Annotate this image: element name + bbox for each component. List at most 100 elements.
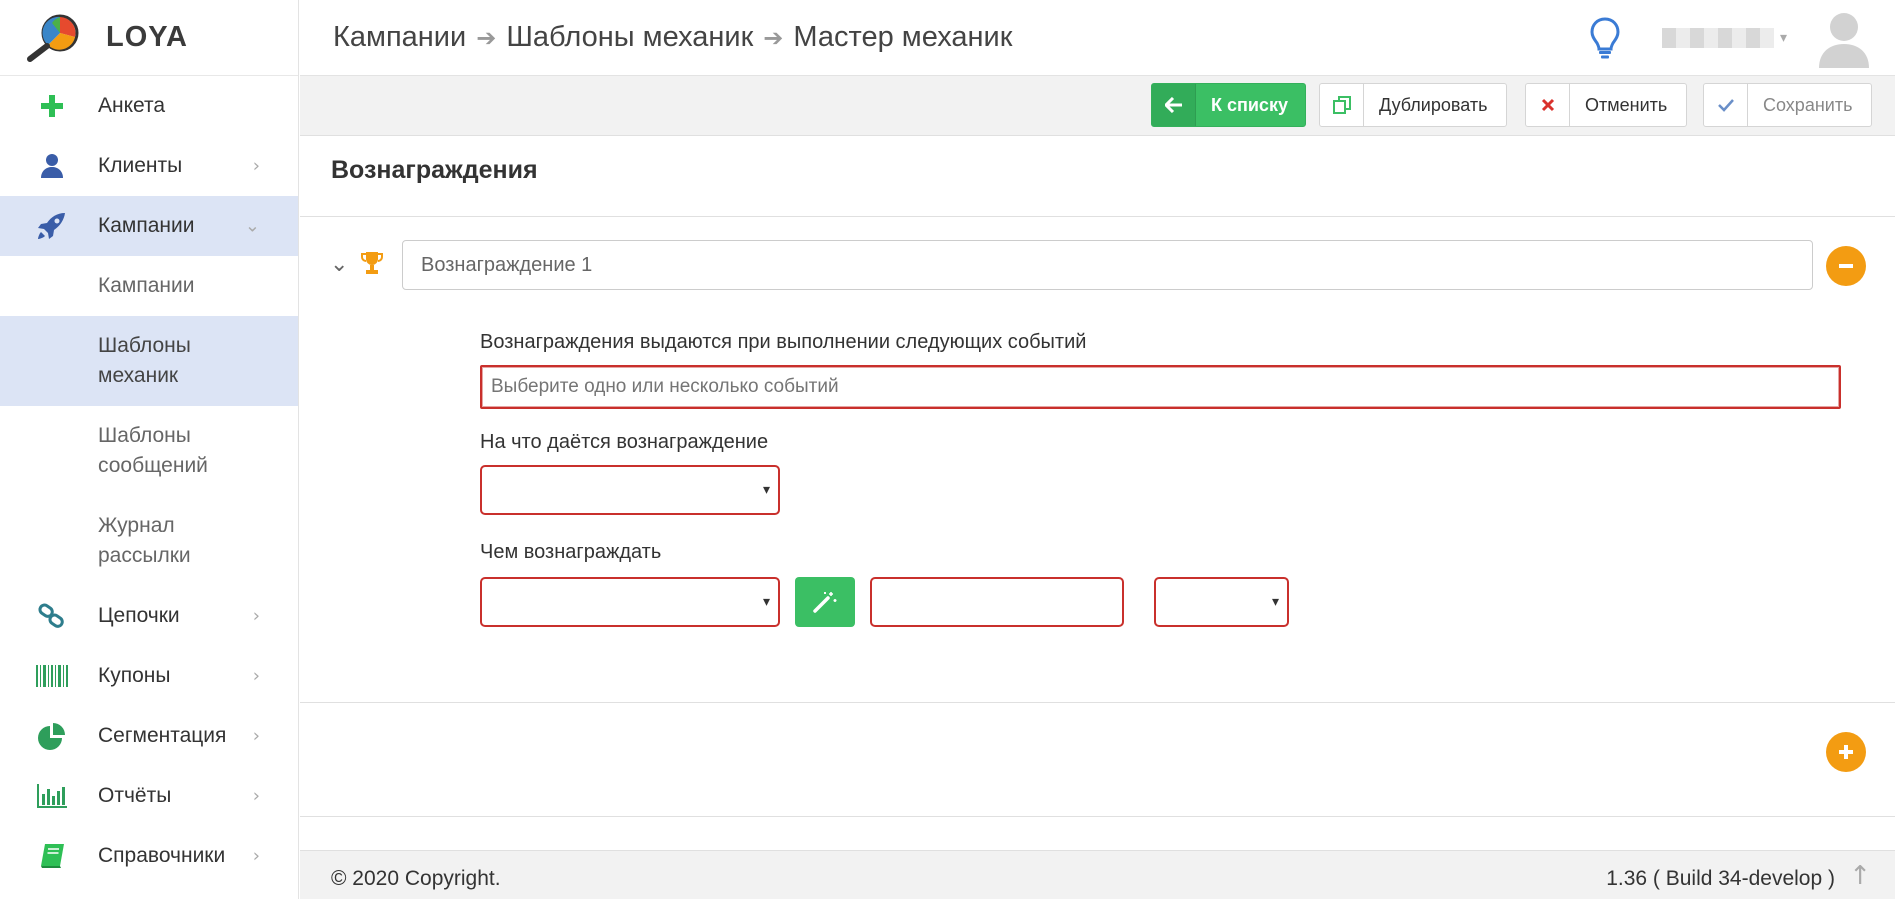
copy-icon (1320, 84, 1364, 126)
version-text: 1.36 ( Build 34-develop ) (1606, 867, 1835, 890)
button-label: К списку (1211, 94, 1288, 115)
reward-target-select[interactable]: ▾ (480, 465, 780, 515)
divider (300, 702, 1895, 703)
sidebar-subitem-label: Шаблоны механик (98, 331, 191, 391)
add-reward-button[interactable] (1826, 732, 1866, 772)
sidebar-item-segmentation[interactable]: Сегментация › (0, 706, 298, 766)
magic-wand-icon (813, 592, 837, 613)
lightbulb-icon[interactable] (1588, 16, 1622, 60)
sidebar-subitem-label: Шаблоны сообщений (98, 421, 208, 481)
label-line-1: Журнал (98, 514, 175, 537)
copyright-text: © 2020 Copyright. (331, 867, 501, 890)
main-content: Вознаграждения ⌄ Вознаграждения выдаются… (300, 137, 1895, 899)
reward-unit-select[interactable]: ▾ (1154, 577, 1289, 627)
select-arrow-icon: ▾ (762, 482, 770, 498)
sidebar-subitem-mailing-log[interactable]: Журнал рассылки (0, 496, 298, 586)
sidebar-item-clients[interactable]: Клиенты › (0, 136, 298, 196)
trophy-icon (361, 252, 383, 274)
sidebar-subitem-mechanic-templates[interactable]: Шаблоны механик (0, 316, 298, 406)
sidebar-item-campaigns[interactable]: Кампании ⌄ (0, 196, 298, 256)
reward-with-label: Чем вознаграждать (480, 541, 662, 563)
book-icon (34, 841, 70, 871)
duplicate-button[interactable]: Дублировать (1319, 83, 1507, 127)
breadcrumb-item-current: Мастер механик (793, 21, 1013, 53)
save-button[interactable]: Сохранить (1703, 83, 1872, 127)
chevron-right-icon: › (252, 845, 260, 867)
sidebar: LOYA Анкета Клиенты › Кампании ⌄ Кампани… (0, 0, 299, 899)
sidebar-item-label: Сегментация (98, 724, 227, 747)
sidebar-item-chains[interactable]: Цепочки › (0, 586, 298, 646)
divider (300, 816, 1895, 817)
sidebar-item-reports[interactable]: Отчёты › (0, 766, 298, 826)
chevron-right-icon: › (252, 155, 260, 177)
footer: © 2020 Copyright. 1.36 ( Build 34-develo… (300, 850, 1895, 899)
select-arrow-icon: ▾ (762, 594, 770, 610)
reward-name-input[interactable] (402, 240, 1813, 290)
chevron-right-icon: › (252, 785, 260, 807)
scroll-top-icon[interactable]: ↑ (1849, 861, 1871, 891)
breadcrumb-item-campaigns[interactable]: Кампании (333, 21, 466, 54)
sidebar-item-references[interactable]: Справочники › (0, 826, 298, 886)
sidebar-item-label: Справочники (98, 844, 226, 867)
sidebar-item-label: Цепочки (98, 604, 180, 627)
arrow-left-icon (1152, 84, 1196, 126)
reward-type-select[interactable]: ▾ (480, 577, 780, 627)
logo[interactable]: LOYA (0, 0, 298, 76)
label-line-1: Шаблоны (98, 424, 191, 447)
divider (300, 216, 1895, 217)
events-label: Вознаграждения выдаются при выполнении с… (480, 331, 1087, 353)
sidebar-subitem-message-templates[interactable]: Шаблоны сообщений (0, 406, 298, 496)
formula-wizard-button[interactable] (795, 577, 855, 627)
chevron-right-icon: › (252, 725, 260, 747)
check-icon (1704, 84, 1748, 126)
pie-chart-icon (34, 721, 70, 751)
section-title: Вознаграждения (331, 156, 538, 184)
sidebar-item-anketa[interactable]: Анкета (0, 76, 298, 136)
sidebar-item-label: Клиенты (98, 154, 183, 177)
minus-icon (1839, 264, 1853, 268)
button-label: Отменить (1585, 94, 1668, 115)
action-toolbar: К списку Дублировать Отменить Сохранить (300, 76, 1895, 136)
user-icon (34, 151, 70, 181)
button-label: Дублировать (1379, 94, 1488, 115)
remove-reward-button[interactable] (1826, 246, 1866, 286)
breadcrumb-arrow-icon: ➔ (476, 23, 497, 52)
breadcrumb: Кампании ➔ Шаблоны механик ➔ Мастер меха… (333, 21, 1012, 54)
sidebar-item-coupons[interactable]: Купоны › (0, 646, 298, 706)
header-user-area: ▾ (1588, 0, 1871, 76)
bar-chart-icon (34, 781, 70, 811)
close-icon (1526, 84, 1570, 126)
reward-header-row: ⌄ (330, 240, 1865, 290)
link-icon (34, 601, 70, 631)
label-line-1: Шаблоны (98, 334, 191, 357)
cancel-button[interactable]: Отменить (1525, 83, 1687, 127)
label-line-2: сообщений (98, 454, 208, 477)
chevron-down-icon[interactable]: ▾ (1780, 30, 1787, 46)
events-multiselect-input[interactable] (480, 365, 1841, 409)
collapse-chevron-icon[interactable]: ⌄ (330, 252, 348, 277)
user-name-blurred[interactable] (1661, 28, 1774, 48)
sidebar-subitem-label: Журнал рассылки (98, 511, 191, 571)
reward-amount-input[interactable] (870, 577, 1124, 627)
label-line-2: механик (98, 364, 179, 387)
barcode-icon (34, 661, 70, 691)
reward-target-label: На что даётся вознаграждение (480, 431, 769, 453)
select-arrow-icon: ▾ (1271, 594, 1279, 610)
sidebar-item-label: Анкета (98, 94, 166, 117)
plus-icon (1839, 745, 1853, 759)
brand-name: LOYA (106, 21, 188, 53)
chevron-right-icon: › (252, 605, 260, 627)
sidebar-subitem-label: Кампании (98, 274, 195, 297)
rocket-icon (34, 211, 70, 241)
plus-icon (34, 91, 70, 121)
button-label: Сохранить (1763, 94, 1853, 115)
avatar[interactable] (1817, 8, 1871, 68)
breadcrumb-item-mechanic-templates[interactable]: Шаблоны механик (506, 21, 753, 54)
logo-magnifier-icon (27, 14, 79, 62)
sidebar-nav: Анкета Клиенты › Кампании ⌄ Кампании Шаб… (0, 76, 298, 886)
sidebar-item-label: Отчёты (98, 784, 172, 807)
chevron-right-icon: › (252, 665, 260, 687)
back-to-list-button[interactable]: К списку (1151, 83, 1306, 127)
sidebar-subitem-campaigns[interactable]: Кампании (0, 256, 298, 316)
top-header: Кампании ➔ Шаблоны механик ➔ Мастер меха… (300, 0, 1895, 76)
